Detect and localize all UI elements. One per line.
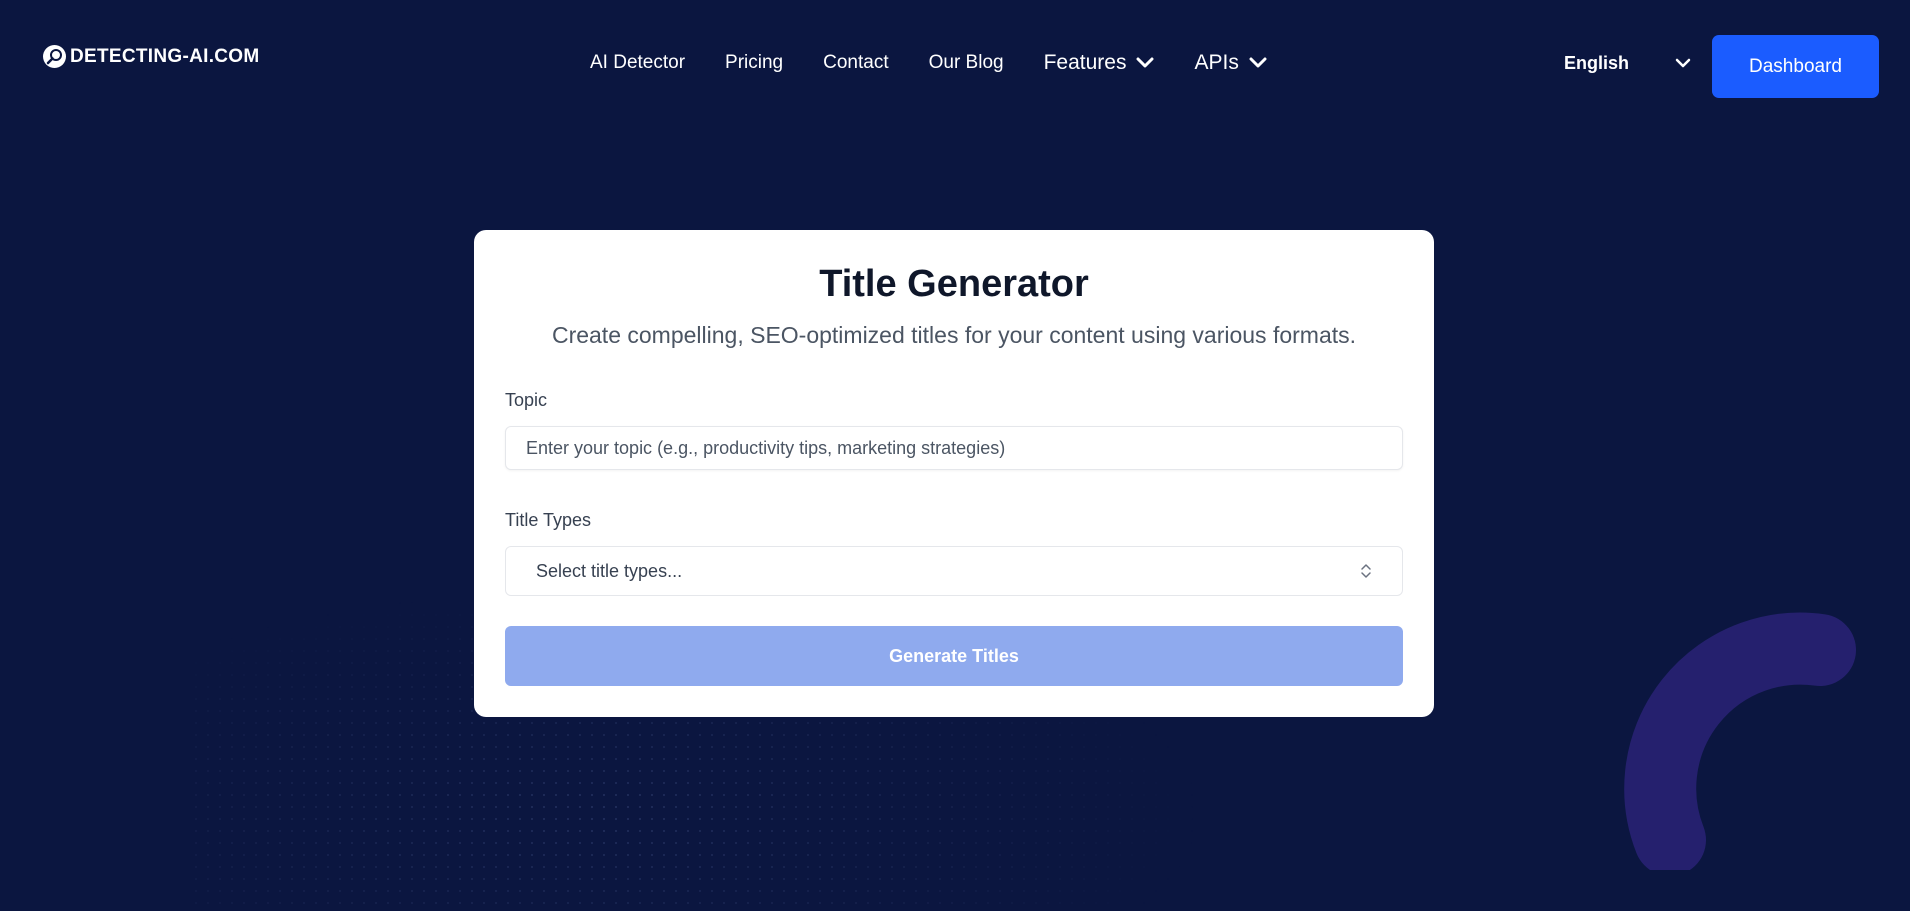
chevron-down-icon — [1249, 57, 1267, 68]
title-generator-card: Title Generator Create compelling, SEO-o… — [474, 230, 1434, 717]
page-subtitle: Create compelling, SEO-optimized titles … — [551, 322, 1357, 348]
logo-text: DETECTING-AI.COM — [70, 45, 260, 67]
main-nav: AI Detector Pricing Contact Our Blog Fea… — [590, 51, 1307, 75]
nav-ai-detector[interactable]: AI Detector — [590, 52, 685, 74]
title-types-placeholder: Select title types... — [536, 560, 683, 581]
chevron-down-icon — [1136, 57, 1154, 68]
chevron-down-icon — [1675, 58, 1691, 68]
topic-label: Topic — [505, 390, 548, 410]
decorative-arc — [1624, 612, 1856, 870]
nav-pricing[interactable]: Pricing — [725, 52, 783, 74]
nav-blog[interactable]: Our Blog — [929, 52, 1004, 74]
topic-input[interactable] — [505, 426, 1403, 470]
top-navigation-bar: DETECTING-AI.COM AI Detector Pricing Con… — [0, 0, 1910, 130]
nav-features[interactable]: Features — [1044, 51, 1155, 75]
site-logo[interactable]: DETECTING-AI.COM — [43, 45, 260, 68]
page-title: Title Generator — [819, 263, 1089, 305]
nav-contact[interactable]: Contact — [823, 52, 888, 74]
nav-apis-label: APIs — [1194, 51, 1239, 74]
chevron-up-down-icon — [1361, 564, 1371, 578]
generate-titles-button[interactable]: Generate Titles — [505, 626, 1403, 686]
nav-apis[interactable]: APIs — [1194, 51, 1267, 75]
language-selector[interactable]: English — [1564, 53, 1691, 74]
title-types-select[interactable]: Select title types... — [505, 546, 1403, 596]
magnifier-logo-icon — [43, 45, 66, 68]
title-types-label: Title Types — [505, 510, 592, 530]
nav-features-label: Features — [1043, 51, 1127, 74]
language-label: English — [1564, 53, 1630, 73]
dashboard-button[interactable]: Dashboard — [1712, 35, 1879, 98]
